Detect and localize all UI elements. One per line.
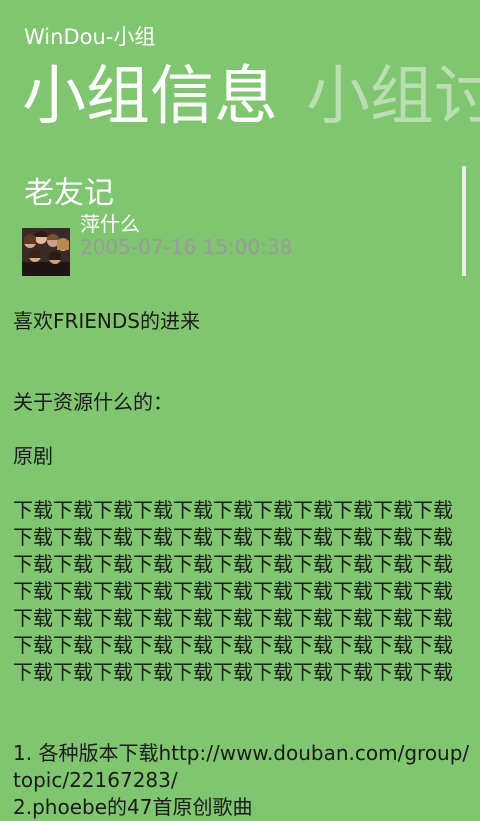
- post-title: 老友记: [24, 176, 114, 211]
- post-timestamp: 2005-07-16 15:00:38: [80, 235, 293, 259]
- content-paragraph: 喜欢FRIENDS的进来: [13, 309, 200, 333]
- post-content: 喜欢FRIENDS的进来 关于资源什么的： 原剧 下载下载下载下载下载下载下载下…: [13, 308, 471, 821]
- post-author[interactable]: 萍什么: [80, 208, 140, 237]
- pivot-header-strip[interactable]: 小组信息 小组讨: [22, 52, 480, 142]
- group-photo-avatar-icon[interactable]: [22, 228, 70, 276]
- content-paragraph-download: 下载下载下载下载下载下载下载下载下载下载下载下载下载下载下载下载下载下载下载下载…: [13, 498, 453, 684]
- content-paragraph: 原剧: [13, 444, 53, 468]
- pivot-header-next[interactable]: 小组讨: [306, 52, 480, 142]
- scroll-indicator: [462, 166, 466, 276]
- content-link-paragraph[interactable]: 1. 各种版本下载http://www.douban.com/group/top…: [13, 740, 471, 794]
- avatar-image: [22, 228, 70, 276]
- content-paragraph: 2.phoebe的47首原创歌曲: [13, 795, 253, 819]
- app-title: WinDou-小组: [24, 25, 156, 49]
- content-paragraph: 关于资源什么的：: [13, 390, 173, 414]
- pivot-header-group-info[interactable]: 小组信息: [22, 52, 278, 142]
